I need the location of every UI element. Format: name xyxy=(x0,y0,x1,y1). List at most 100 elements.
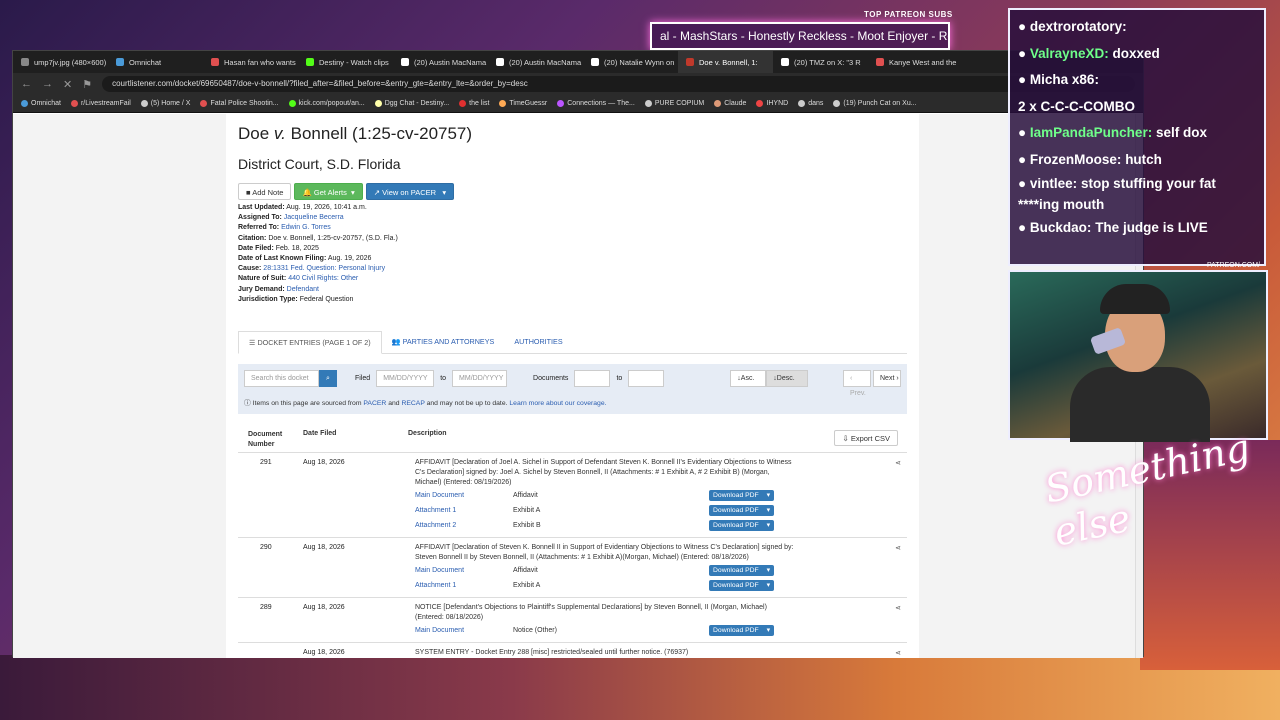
bookmark-item[interactable]: the list xyxy=(459,100,489,107)
get-alerts-button[interactable]: 🔔 Get Alerts ▾ xyxy=(294,183,363,200)
browser-tab[interactable]: Doe v. Bonnell, 1: xyxy=(678,51,773,73)
bookmark-item[interactable]: (5) Home / X xyxy=(140,100,190,107)
share-icon[interactable]: ⋖ xyxy=(895,604,901,612)
bookmark-item[interactable]: Connections — The... xyxy=(557,100,635,107)
bookmark-item[interactable]: dans xyxy=(798,100,823,107)
bookmark-icon[interactable]: ⚑ xyxy=(82,78,92,91)
tab-docket-entries[interactable]: ☰ DOCKET ENTRIES (PAGE 1 OF 2) xyxy=(238,331,382,355)
bookmark-item[interactable]: r/LivestreamFail xyxy=(70,100,131,107)
browser-tab[interactable]: Omnichat xyxy=(108,51,203,73)
entry-lte-input[interactable] xyxy=(628,370,665,388)
docket-entry: 291 Aug 18, 2026 AFFIDAVIT [Declaration of… xyxy=(238,452,907,537)
bookmark-item[interactable]: Claude xyxy=(714,100,746,107)
bookmark-item[interactable]: TimeGuessr xyxy=(499,100,547,107)
browser-tab[interactable]: (20) Austin MacNama xyxy=(488,51,583,73)
browser-tab[interactable]: Hasan fan who wants xyxy=(203,51,298,73)
attachment-description: Exhibit A xyxy=(513,582,541,590)
browser-tab[interactable]: Kanye West and the xyxy=(868,51,963,73)
tab-parties[interactable]: 👥 PARTIES AND ATTORNEYS xyxy=(382,331,505,353)
attachment-link[interactable]: Main Document xyxy=(415,567,513,574)
chevron-down-icon: ▾ xyxy=(766,522,770,530)
coverage-link[interactable]: Learn more about our coverage. xyxy=(509,400,606,407)
export-csv-button[interactable]: ⇩ Export CSV xyxy=(834,430,898,447)
metadata-label: Last Updated: xyxy=(238,204,285,211)
metadata-row: Cause: 28:1331 Fed. Question: Personal I… xyxy=(238,264,907,274)
recap-link[interactable]: RECAP xyxy=(401,400,424,407)
attachment-link[interactable]: Attachment 1 xyxy=(415,507,513,514)
metadata-value[interactable]: Jacqueline Becerra xyxy=(284,214,344,221)
tab-title: (20) Austin MacNama xyxy=(509,57,582,67)
entry-number: 290 xyxy=(260,544,272,552)
reload-icon[interactable]: ✕ xyxy=(63,78,72,91)
sort-desc-button[interactable]: ↓Desc. xyxy=(766,370,809,388)
metadata-value[interactable]: Defendant xyxy=(287,286,319,293)
bookmark-item[interactable]: (19) Punch Cat on Xu... xyxy=(833,100,917,107)
prev-page-button[interactable]: ‹ Prev. xyxy=(843,370,871,397)
download-pdf-button[interactable]: Download PDF ▾ xyxy=(709,505,774,517)
bookmark-item[interactable]: Dgg Chat - Destiny... xyxy=(374,100,449,107)
download-pdf-button[interactable]: Download PDF ▾ xyxy=(709,580,774,592)
forward-icon[interactable]: → xyxy=(42,78,53,90)
tab-strip: ump7jv.jpg (480×600) Omnichat Hasan fan wh… xyxy=(13,51,1143,73)
docket-search-input[interactable]: Search this docket xyxy=(244,370,319,388)
download-label: Download PDF xyxy=(713,582,759,590)
tab-favicon-icon xyxy=(496,58,504,66)
entry-gte-input[interactable] xyxy=(574,370,611,388)
bookmark-label: PURE COPIUM xyxy=(654,100,705,107)
address-bar[interactable]: courtlistener.com/docket/69650487/doe-v-… xyxy=(102,76,1135,92)
metadata-value[interactable]: 440 Civil Rights: Other xyxy=(288,275,358,282)
share-icon[interactable]: ⋖ xyxy=(895,649,901,657)
download-label: Download PDF xyxy=(713,492,759,500)
attachment-row: Attachment 1 Exhibit A Download PDF ▾ xyxy=(415,503,907,518)
download-pdf-button[interactable]: Download PDF ▾ xyxy=(709,625,774,637)
browser-tab[interactable]: (20) TMZ on X: "3 R xyxy=(773,51,868,73)
chat-username: Micha x86: xyxy=(1029,72,1099,87)
attachment-link[interactable]: Main Document xyxy=(415,627,513,634)
metadata-value[interactable]: 28:1331 Fed. Question: Personal Injury xyxy=(263,265,385,272)
metadata-label: Date of Last Known Filing: xyxy=(238,255,327,263)
metadata-row: Assigned To: Jacqueline Becerra xyxy=(238,213,907,223)
pacer-link[interactable]: PACER xyxy=(363,400,386,407)
to-label-2: to xyxy=(616,375,623,383)
tab-favicon-icon xyxy=(211,58,219,66)
bookmark-item[interactable]: Fatal Police Shootin... xyxy=(200,100,279,107)
download-pdf-button[interactable]: Download PDF ▾ xyxy=(709,565,774,577)
view-pacer-button[interactable]: ↗ View on PACER ▾ xyxy=(365,183,455,200)
bookmark-item[interactable]: IHYND xyxy=(756,100,788,107)
browser-tab[interactable]: Destiny - Watch clips xyxy=(298,51,393,73)
attachment-description: Exhibit A xyxy=(513,507,541,515)
filed-before-input[interactable]: MM/DD/YYYY xyxy=(452,370,508,388)
bookmark-item[interactable]: kick.com/popout/an... xyxy=(288,100,365,107)
sort-asc-button[interactable]: ↓Asc. xyxy=(730,370,767,388)
attachment-description: Affidavit xyxy=(513,567,538,575)
bookmark-label: Fatal Police Shootin... xyxy=(210,100,279,107)
chat-text: hutch xyxy=(1125,151,1162,167)
next-page-button[interactable]: Next › xyxy=(873,370,901,388)
attachment-row: Main Document Affidavit Download PDF ▾ xyxy=(415,563,907,578)
bookmark-label: kick.com/popout/an... xyxy=(298,100,365,107)
tab-authorities[interactable]: AUTHORITIES xyxy=(504,331,572,353)
chat-username: vintlee: xyxy=(1029,176,1078,191)
browser-tab[interactable]: (20) Natalie Wynn on xyxy=(583,51,678,73)
browser-tab[interactable]: (20) Austin MacNama xyxy=(393,51,488,73)
metadata-label: Jurisdiction Type: xyxy=(238,295,298,303)
download-pdf-button[interactable]: Download PDF ▾ xyxy=(709,520,774,532)
browser-tab[interactable]: ump7jv.jpg (480×600) xyxy=(13,51,108,73)
filed-after-input[interactable]: MM/DD/YYYY xyxy=(376,370,435,388)
metadata-value[interactable]: Edwin G. Torres xyxy=(281,224,331,231)
court-name: District Court, S.D. Florida xyxy=(238,156,401,172)
attachment-link[interactable]: Main Document xyxy=(415,492,513,499)
bookmark-item[interactable]: Omnichat xyxy=(21,100,61,107)
share-icon[interactable]: ⋖ xyxy=(895,544,901,552)
metadata-row: Nature of Suit: 440 Civil Rights: Other xyxy=(238,274,907,284)
add-note-button[interactable]: ■ Add Note xyxy=(238,183,292,200)
tab-favicon-icon xyxy=(876,58,884,66)
chat-message: ● dextrorotatory: xyxy=(1018,14,1256,41)
attachment-link[interactable]: Attachment 1 xyxy=(415,582,513,589)
back-icon[interactable]: ← xyxy=(21,78,32,90)
search-icon[interactable]: ⌕ xyxy=(319,370,337,388)
share-icon[interactable]: ⋖ xyxy=(895,459,901,467)
bookmark-item[interactable]: PURE COPIUM xyxy=(644,100,705,107)
attachment-link[interactable]: Attachment 2 xyxy=(415,522,513,529)
download-pdf-button[interactable]: Download PDF ▾ xyxy=(709,490,774,502)
